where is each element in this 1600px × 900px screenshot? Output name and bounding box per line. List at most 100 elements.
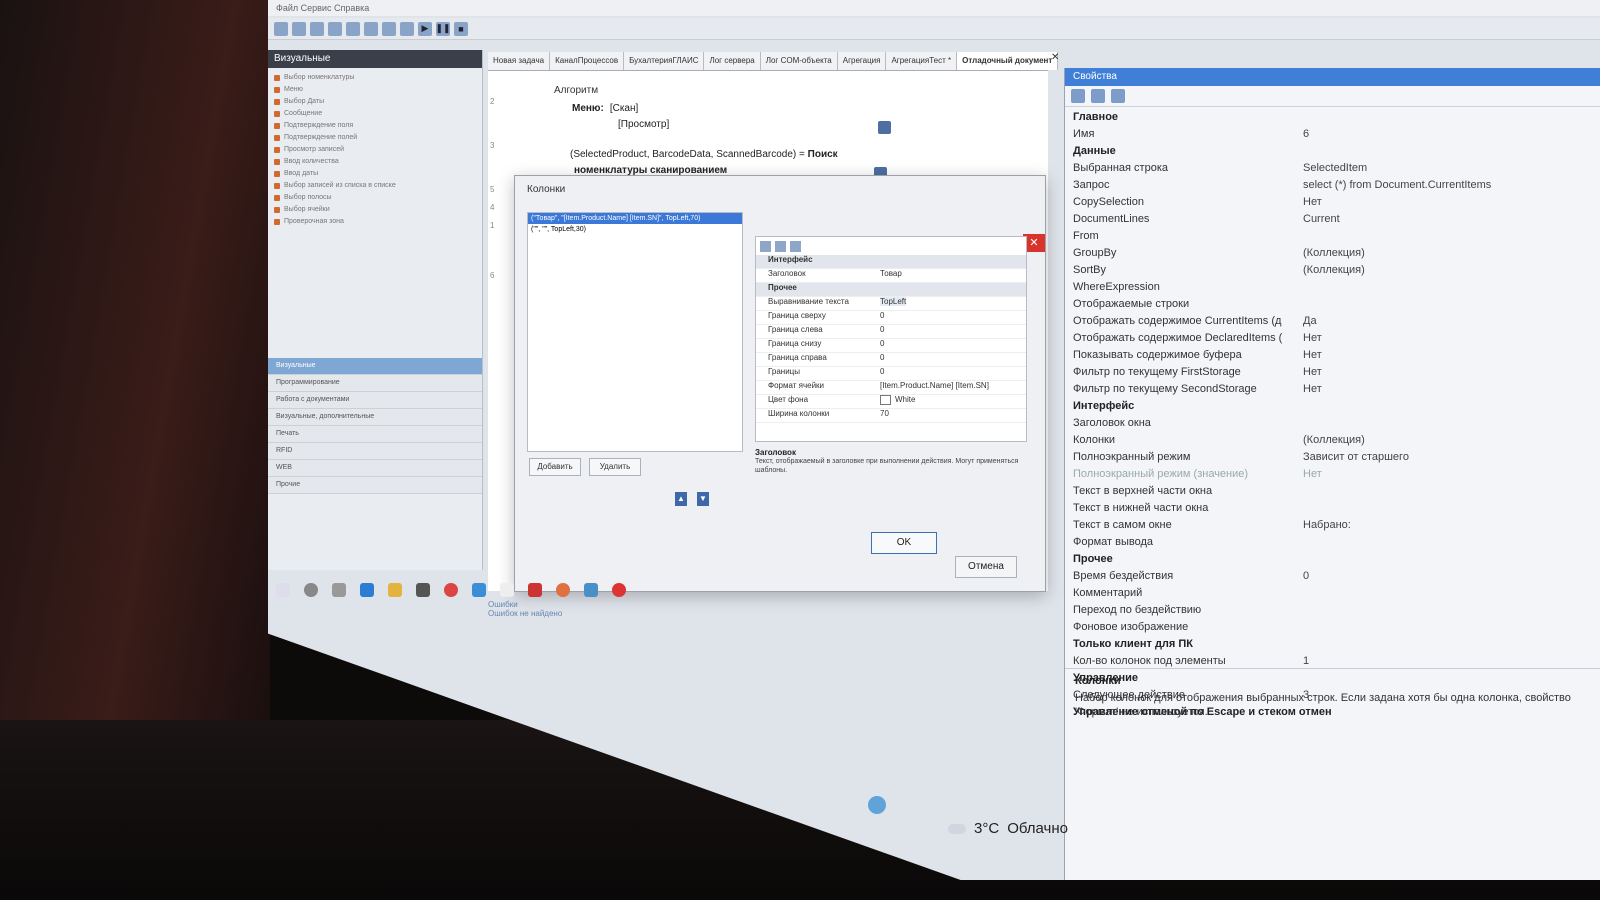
list-item[interactable]: ("", "", TopLeft,30) [528,224,742,235]
property-pages-icon[interactable] [790,240,801,252]
save-icon[interactable] [274,21,288,36]
property-value[interactable]: Нет [1303,468,1322,480]
move-up-icon[interactable]: ▲ [675,492,687,506]
property-row[interactable]: Переход по бездействию [1073,604,1593,621]
property-pages-icon[interactable] [1111,89,1125,103]
property-value[interactable]: 0 [1303,570,1309,582]
property-value[interactable]: Набрано: [1303,519,1351,531]
grid-value[interactable]: 0 [880,353,884,362]
grid-value[interactable]: TopLeft [880,297,907,306]
move-down-icon[interactable]: ▼ [697,492,709,506]
tab[interactable]: БухалтерияГЛАИС [624,52,705,70]
toolbox-section[interactable]: WEB [268,460,482,477]
columns-list[interactable]: ("Товар", "[Item.Product.Name] [Item.SN]… [527,212,743,452]
menu-step-icon[interactable] [878,121,891,134]
property-row[interactable]: Время бездействия 0 [1073,570,1593,587]
play-icon[interactable]: ▶ [418,21,432,36]
property-row[interactable]: From [1073,230,1593,247]
toolbox-section[interactable]: Визуальные [268,358,482,375]
toolbox-section[interactable]: Работа с документами [268,392,482,409]
toolbox-item[interactable]: Сообщение [274,108,476,120]
property-row[interactable]: GroupBy (Коллекция) [1073,247,1593,264]
cancel-button[interactable]: Отмена [955,556,1017,578]
property-value[interactable]: Нет [1303,383,1322,395]
property-row[interactable]: SortBy (Коллекция) [1073,264,1593,281]
tab[interactable]: КаналПроцессов [550,52,625,70]
tray-icon[interactable] [868,796,886,814]
close-tab-icon[interactable]: ✕ [1051,52,1059,63]
property-row[interactable]: Фильтр по текущему SecondStorage Нет [1073,383,1593,400]
property-value[interactable]: (Коллекция) [1303,264,1365,276]
toolbox-item[interactable]: Выбор номенклатуры [274,72,476,84]
property-value[interactable]: Да [1303,315,1317,327]
toolbox-section[interactable]: RFID [268,443,482,460]
property-value[interactable]: Current [1303,213,1340,225]
grid-value[interactable]: White [880,395,915,405]
property-row[interactable]: Полноэкранный режим Зависит от старшего [1073,451,1593,468]
property-value[interactable]: SelectedItem [1303,162,1367,174]
toolbox-section[interactable]: Прочие [268,477,482,494]
property-category[interactable]: Интерфейс [1073,400,1593,417]
toolbox-item[interactable]: Меню [274,84,476,96]
app-icon[interactable] [472,583,486,597]
menu-step[interactable]: Меню: [Скан] [572,103,638,114]
property-row[interactable]: Колонки (Коллекция) [1073,434,1593,451]
property-row[interactable]: Комментарий [1073,587,1593,604]
property-value[interactable]: Нет [1303,332,1322,344]
tab[interactable]: Агрегация [838,52,887,70]
toolbox-item[interactable]: Выбор полосы [274,192,476,204]
settings-icon[interactable] [400,21,414,36]
grid-value[interactable]: [Item.Product.Name] [Item.SN] [880,381,989,390]
document-icon[interactable] [500,583,514,597]
grid-row[interactable]: Ширина колонки 70 [756,409,1026,423]
property-value[interactable]: select (*) from Document.CurrentItems [1303,179,1491,191]
folder-icon[interactable] [388,583,402,597]
property-value[interactable]: (Коллекция) [1303,247,1365,259]
copy-icon[interactable] [328,21,342,36]
property-row[interactable]: Текст в нижней части окна [1073,502,1593,519]
menu-bar[interactable]: Файл Сервис Справка [268,0,1600,16]
app-icon[interactable] [584,583,598,597]
list-item[interactable]: ("Товар", "[Item.Product.Name] [Item.SN]… [528,213,742,224]
toolbox-section[interactable]: Визуальные, дополнительные [268,409,482,426]
edge-icon[interactable] [360,583,374,597]
pause-icon[interactable]: ❚❚ [435,21,451,36]
grid-value[interactable]: 0 [880,311,884,320]
property-value[interactable]: 1 [1303,655,1309,667]
tab[interactable]: Лог COM-объекта [761,52,838,70]
grid-value[interactable]: Товар [880,269,902,278]
toolbox-section[interactable]: Печать [268,426,482,443]
grid-row[interactable]: Цвет фона White [756,395,1026,409]
property-row[interactable]: Отображаемые строки [1073,298,1593,315]
property-row[interactable]: Фоновое изображение [1073,621,1593,638]
tab[interactable]: Лог сервера [704,52,761,70]
search-icon[interactable] [304,583,318,597]
toolbox-item[interactable]: Выбор ячейки [274,204,476,216]
toolbox-item[interactable]: Подтверждение полей [274,132,476,144]
task-view-icon[interactable] [332,583,346,597]
toolbox-item[interactable]: Проверочная зона [274,216,476,228]
tab-active[interactable]: Отладочный документ [957,52,1059,70]
property-value[interactable]: Нет [1303,196,1322,208]
app-icon[interactable] [556,583,570,597]
remove-button[interactable]: Удалить [589,458,641,476]
grid-row[interactable]: Выравнивание текста TopLeft [756,297,1026,311]
property-row[interactable]: Формат вывода [1073,536,1593,553]
grid-row[interactable]: Граница справа 0 [756,353,1026,367]
property-row[interactable]: Заголовок окна [1073,417,1593,434]
grid-category[interactable]: Интерфейс [756,255,1026,269]
grid-row[interactable]: Граница слева 0 [756,325,1026,339]
redo-icon[interactable] [382,21,396,36]
property-row[interactable]: Показывать содержимое буфера Нет [1073,349,1593,366]
start-icon[interactable] [276,583,290,597]
chrome-icon[interactable] [444,583,458,597]
categorized-icon[interactable] [760,240,771,252]
algorithm-root[interactable]: Алгоритм [554,85,598,96]
property-value[interactable]: (Коллекция) [1303,434,1365,446]
grid-row[interactable]: Формат ячейки [Item.Product.Name] [Item.S… [756,381,1026,395]
property-row[interactable]: Запрос select (*) from Document.CurrentIt… [1073,179,1593,196]
grid-row[interactable]: Граница снизу 0 [756,339,1026,353]
app-icon[interactable] [528,583,542,597]
store-icon[interactable] [416,583,430,597]
app-icon[interactable] [612,583,626,597]
